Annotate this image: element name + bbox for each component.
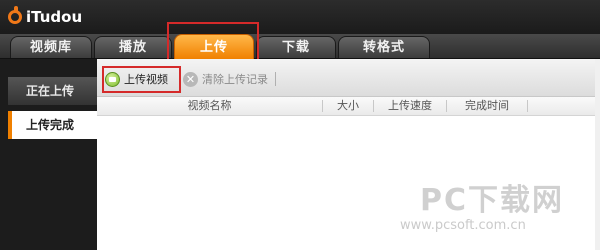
tudou-logo-icon bbox=[8, 6, 22, 24]
tab-video-library[interactable]: 视频库 bbox=[10, 36, 92, 58]
tab-play[interactable]: 播放 bbox=[94, 36, 172, 58]
column-header-size[interactable]: 大小 bbox=[323, 97, 373, 115]
upload-toolbar: 上传视频 ✕ 清除上传记录 bbox=[97, 59, 600, 97]
column-header-completion-time[interactable]: 完成时间 bbox=[447, 97, 527, 115]
upload-video-label: 上传视频 bbox=[124, 73, 168, 86]
tab-upload[interactable]: 上传 bbox=[174, 34, 254, 59]
sidebar-item-uploading[interactable]: 正在上传 bbox=[8, 77, 97, 105]
tab-download[interactable]: 下载 bbox=[256, 36, 336, 58]
column-divider bbox=[527, 100, 528, 112]
column-header-video-name[interactable]: 视频名称 bbox=[97, 97, 322, 115]
sidebar: 正在上传 上传完成 bbox=[0, 59, 97, 250]
upload-video-icon bbox=[105, 71, 120, 87]
toolbar-separator bbox=[275, 72, 276, 86]
app-logo: iTudou bbox=[8, 6, 82, 28]
scrollbar-track[interactable] bbox=[595, 59, 600, 250]
clear-upload-records-label: 清除上传记录 bbox=[202, 73, 268, 86]
watermark-text: PC下载网 bbox=[420, 183, 565, 218]
sidebar-item-upload-complete[interactable]: 上传完成 bbox=[8, 111, 97, 139]
upload-video-button[interactable]: 上传视频 bbox=[105, 70, 168, 88]
title-bar: iTudou bbox=[0, 0, 600, 34]
main-tab-bar: 视频库 播放 上传 下载 转格式 bbox=[0, 34, 600, 59]
upload-table-header: 视频名称 大小 上传速度 完成时间 bbox=[97, 97, 600, 116]
app-logo-text: iTudou bbox=[26, 8, 83, 26]
clear-upload-records-button[interactable]: ✕ 清除上传记录 bbox=[183, 70, 268, 88]
clear-icon: ✕ bbox=[183, 71, 198, 87]
watermark-url: www.pcsoft.com.cn bbox=[400, 218, 526, 233]
column-header-upload-speed[interactable]: 上传速度 bbox=[374, 97, 446, 115]
tab-convert-format[interactable]: 转格式 bbox=[338, 36, 430, 58]
